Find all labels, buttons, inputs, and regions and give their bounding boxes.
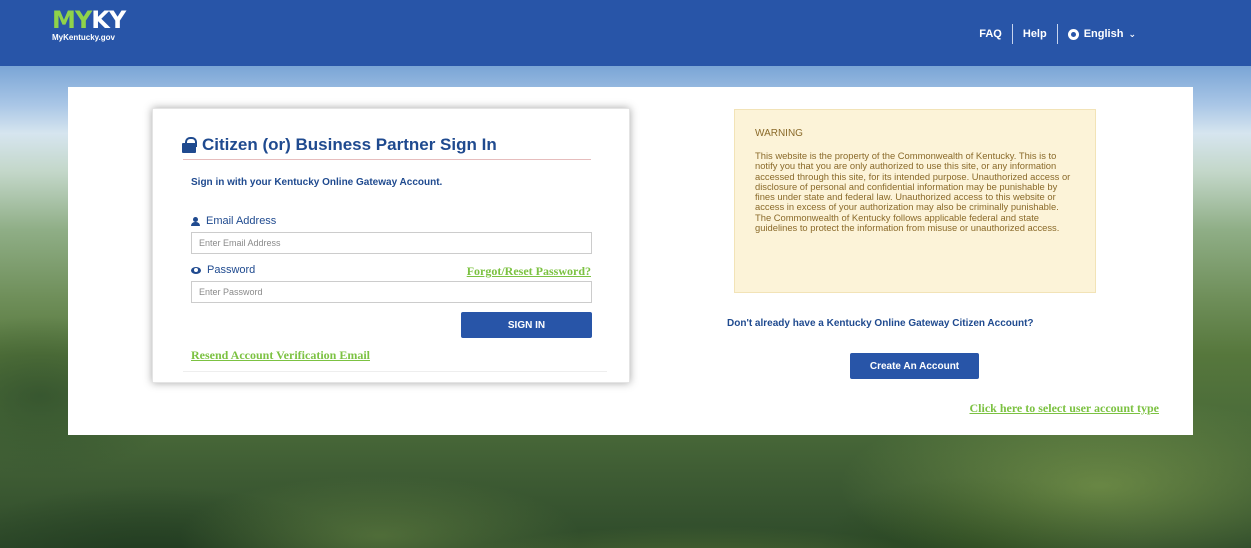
password-field[interactable] — [191, 281, 592, 303]
top-header: MYKY MyKentucky.gov FAQ Help English ⌄ — [0, 0, 1251, 66]
nav-divider — [1056, 24, 1058, 44]
language-label: English — [1083, 28, 1124, 40]
language-selector[interactable]: English ⌄ — [1067, 28, 1136, 40]
main-panel: Citizen (or) Business Partner Sign In Si… — [68, 87, 1193, 435]
lock-icon — [182, 137, 197, 153]
myky-logo[interactable]: MYKY MyKentucky.gov — [52, 6, 126, 42]
signin-button[interactable]: SIGN IN — [461, 312, 592, 338]
faq-link[interactable]: FAQ — [979, 28, 1002, 40]
header-nav: FAQ Help English ⌄ — [979, 24, 1136, 44]
logo-subtitle: MyKentucky.gov — [52, 33, 115, 42]
create-account-button[interactable]: Create An Account — [850, 353, 979, 379]
email-label: Email Address — [191, 215, 276, 227]
email-field[interactable] — [191, 232, 592, 254]
forgot-password-link[interactable]: Forgot/Reset Password? — [467, 264, 591, 279]
password-label: Password — [191, 264, 255, 276]
eye-icon — [191, 266, 201, 274]
signin-title: Citizen (or) Business Partner Sign In — [182, 135, 592, 155]
signin-card: Citizen (or) Business Partner Sign In Si… — [152, 108, 630, 383]
password-label-text: Password — [207, 264, 256, 276]
globe-icon — [1067, 28, 1079, 40]
resend-verification-link[interactable]: Resend Account Verification Email — [191, 348, 370, 363]
signin-title-text: Citizen (or) Business Partner Sign In — [202, 135, 497, 154]
title-divider — [183, 159, 591, 160]
email-label-text: Email Address — [206, 215, 277, 227]
user-icon — [191, 216, 200, 226]
card-bottom-divider — [183, 371, 607, 372]
logo-wordmark: MYKY — [52, 6, 126, 34]
no-account-prompt: Don't already have a Kentucky Online Gat… — [727, 318, 1034, 329]
warning-title: WARNING — [755, 128, 803, 139]
chevron-down-icon: ⌄ — [1128, 28, 1136, 39]
select-account-type-link[interactable]: Click here to select user account type — [969, 401, 1159, 416]
warning-box: WARNING This website is the property of … — [734, 109, 1096, 293]
signin-subtitle: Sign in with your Kentucky Online Gatewa… — [191, 177, 443, 188]
help-link[interactable]: Help — [1023, 28, 1047, 40]
nav-divider — [1011, 24, 1013, 44]
warning-text: This website is the property of the Comm… — [755, 150, 1071, 234]
